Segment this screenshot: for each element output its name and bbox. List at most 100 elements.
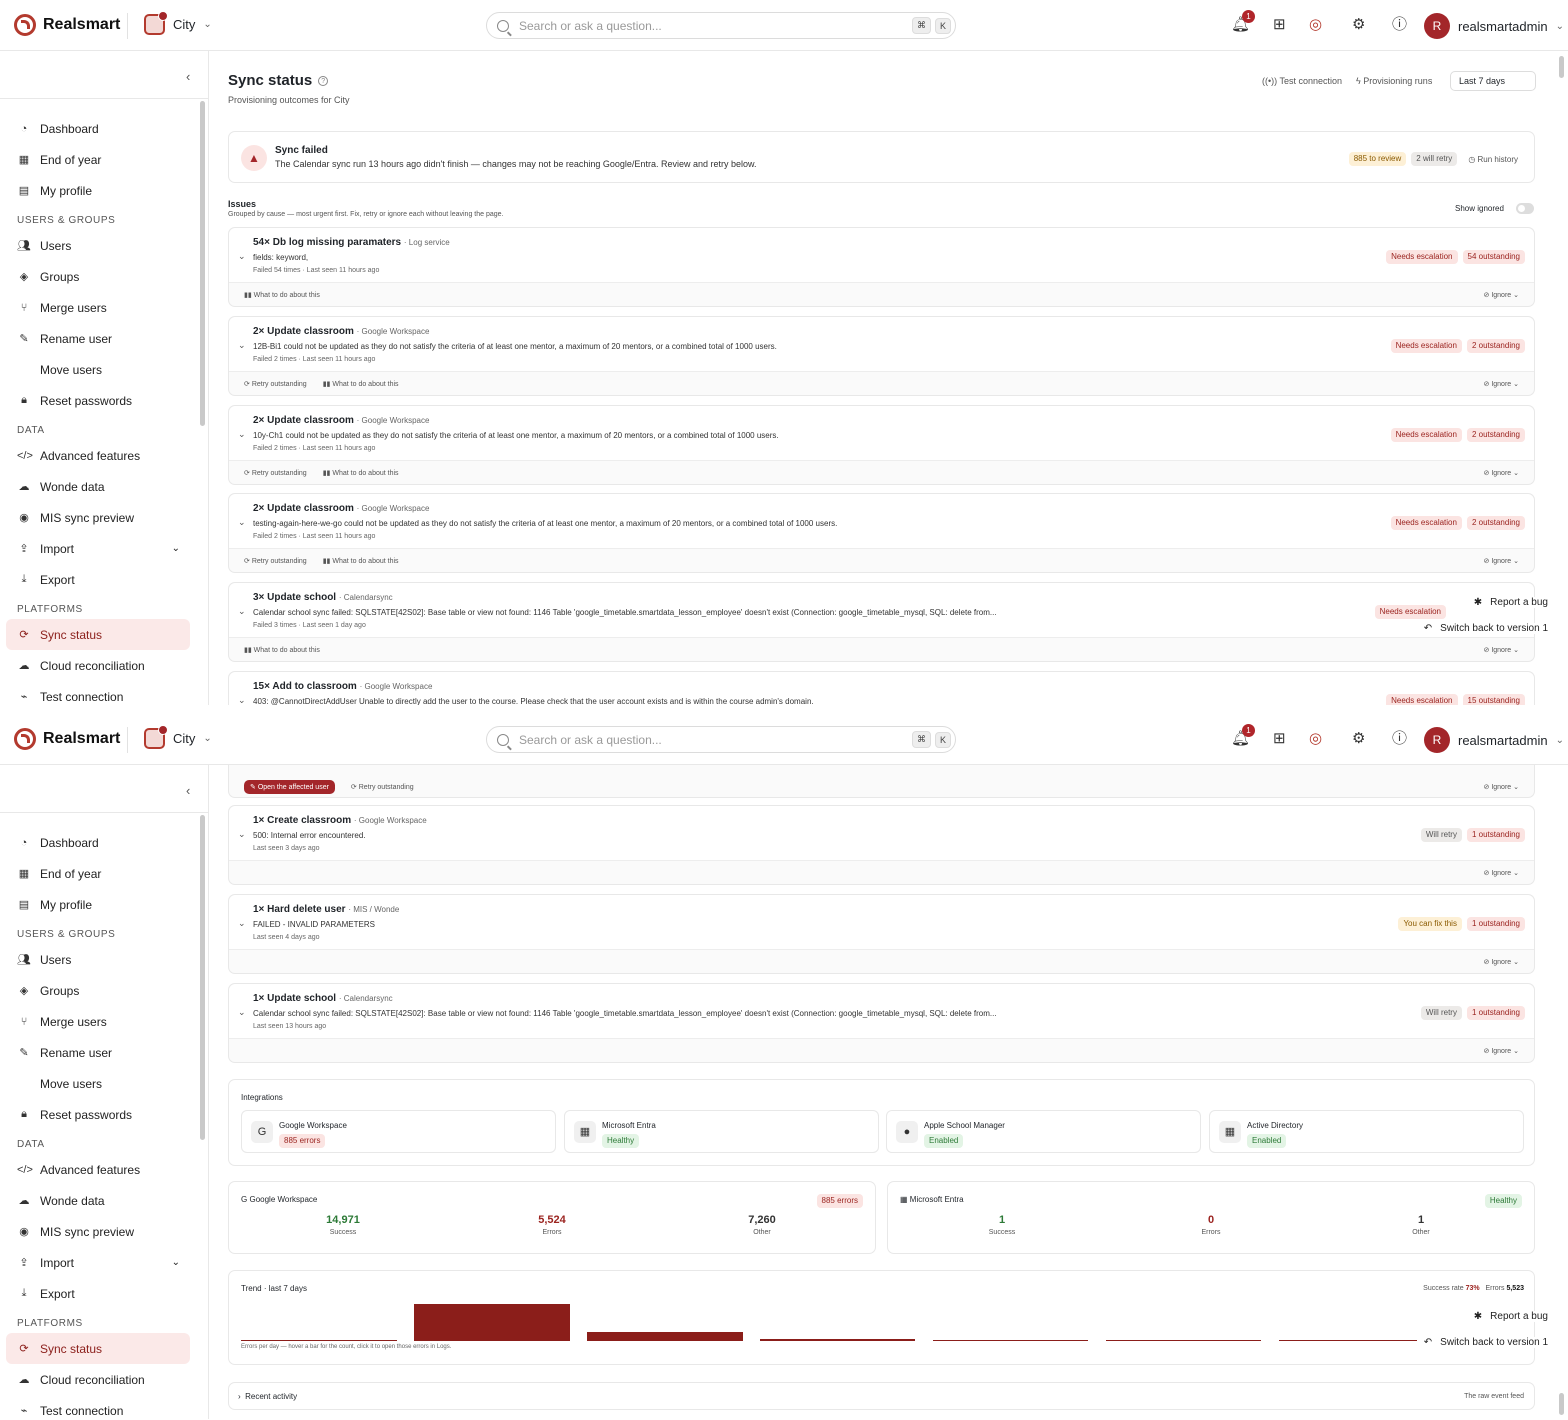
sidebar-item-groups[interactable]: ◈ Groups <box>6 261 190 292</box>
sidebar-item-sync-status[interactable]: ⟳ Sync status <box>6 619 190 650</box>
date-range-select[interactable]: Last 7 days <box>1450 71 1536 91</box>
report-bug-button[interactable]: ✱ Report a bug <box>1473 1311 1548 1322</box>
globe-icon[interactable]: ◎ <box>1309 731 1322 747</box>
open-affected-user-button[interactable]: ✎ Open the affected user <box>244 780 335 794</box>
issue-card[interactable]: ⌄ 3× Update school · Calendarsync Calend… <box>228 582 1535 662</box>
issue-header[interactable]: ⌄ 1× Create classroom · Google Workspace… <box>229 806 1534 861</box>
issue-header[interactable]: ⌄ 3× Update school · Calendarsync Calend… <box>229 583 1534 638</box>
ignore-button[interactable]: ⊘ Ignore ⌄ <box>1484 1047 1520 1055</box>
sidebar-item-reset-passwords[interactable]: 🔒︎ Reset passwords <box>6 385 190 416</box>
provisioning-runs-button[interactable]: ϟ Provisioning runs <box>1356 76 1432 86</box>
sidebar-item-users[interactable]: 👥︎ Users <box>6 230 190 261</box>
issue-card[interactable]: ⌄ 1× Update school · Calendarsync Calend… <box>228 983 1535 1063</box>
sidebar-item-move-users[interactable]: Move users <box>6 1068 190 1099</box>
trend-bar[interactable] <box>1278 1339 1417 1341</box>
ignore-button[interactable]: ⊘ Ignore ⌄ <box>1484 958 1520 966</box>
trend-bar[interactable] <box>932 1339 1089 1341</box>
sidebar-item-merge-users[interactable]: ⑂ Merge users <box>6 292 190 323</box>
gear-icon[interactable]: ⚙ <box>1352 731 1365 747</box>
trend-bar[interactable] <box>586 1331 743 1341</box>
sidebar-scrollbar[interactable] <box>200 101 205 426</box>
what-to-do-button[interactable]: ▮▮ What to do about this <box>244 291 320 299</box>
page-scrollbar[interactable] <box>1559 1393 1564 1415</box>
sidebar-item-test-connection[interactable]: ⌁ Test connection <box>6 1395 190 1419</box>
issue-header[interactable]: ⌄ 2× Update classroom · Google Workspace… <box>229 317 1534 372</box>
ignore-button[interactable]: ⊘ Ignore ⌄ <box>1484 783 1520 791</box>
search-input[interactable] <box>519 18 912 33</box>
report-bug-button[interactable]: ✱ Report a bug <box>1473 597 1548 608</box>
ignore-button[interactable]: ⊘ Ignore ⌄ <box>1484 869 1520 877</box>
switch-version-button[interactable]: ↶ Switch back to version 1 <box>1423 1337 1548 1348</box>
sidebar-item-merge-users[interactable]: ⑂ Merge users <box>6 1006 190 1037</box>
gear-icon[interactable]: ⚙ <box>1352 17 1365 33</box>
show-ignored-toggle[interactable] <box>1516 203 1534 214</box>
help-icon[interactable]: ? <box>318 76 329 87</box>
sidebar-item-rename-user[interactable]: ✎ Rename user <box>6 1037 190 1068</box>
sidebar-item-cloud-reconciliation[interactable]: ☁ Cloud reconciliation <box>6 650 190 681</box>
sidebar-item-test-connection[interactable]: ⌁ Test connection <box>6 681 190 705</box>
sidebar-item-groups[interactable]: ◈ Groups <box>6 975 190 1006</box>
apps-grid-icon[interactable]: ⊞ <box>1273 17 1286 33</box>
brand-logo[interactable]: Realsmart <box>14 14 120 36</box>
collapse-sidebar-icon[interactable]: ‹ <box>186 69 190 84</box>
sidebar-item-wonde-data[interactable]: ☁ Wonde data <box>6 471 190 502</box>
chevron-down-icon[interactable]: ⌄ <box>238 1007 246 1018</box>
retry-outstanding-button[interactable]: ⟳ Retry outstanding <box>244 380 307 388</box>
retry-outstanding-button[interactable]: ⟳ Retry outstanding <box>351 783 414 791</box>
user-menu[interactable]: Rrealsmartadmin ⌄ <box>1424 13 1564 39</box>
integration-google-workspace[interactable]: G Google Workspace 885 errors <box>241 1110 556 1153</box>
ignore-button[interactable]: ⊘ Ignore ⌄ <box>1484 646 1520 654</box>
sidebar-item-reset-passwords[interactable]: 🔒︎ Reset passwords <box>6 1099 190 1130</box>
brand-logo[interactable]: Realsmart <box>14 728 120 750</box>
sidebar-item-end-of-year[interactable]: ▦ End of year <box>6 858 190 889</box>
sidebar-item-end-of-year[interactable]: ▦ End of year <box>6 144 190 175</box>
globe-icon[interactable]: ◎ <box>1309 17 1322 33</box>
issue-card[interactable]: ⌄ 2× Update classroom · Google Workspace… <box>228 493 1535 573</box>
search-input[interactable] <box>519 732 912 747</box>
issue-header[interactable]: ⌄ 15× Add to classroom · Google Workspac… <box>229 672 1534 705</box>
integration-microsoft-entra[interactable]: ▦ Microsoft Entra Healthy <box>564 1110 879 1153</box>
chevron-down-icon[interactable]: ⌄ <box>238 340 246 351</box>
sidebar-item-my-profile[interactable]: ▤ My profile <box>6 889 190 920</box>
issue-card[interactable]: ⌄ 2× Update classroom · Google Workspace… <box>228 316 1535 396</box>
tenant-switcher[interactable]: City ⌄ <box>144 11 212 35</box>
run-history-link[interactable]: ◷ Run history <box>1468 155 1518 164</box>
sidebar-item-dashboard[interactable]: ◔ Dashboard <box>6 827 190 858</box>
sidebar-item-rename-user[interactable]: ✎ Rename user <box>6 323 190 354</box>
recent-activity-toggle[interactable]: › Recent activity <box>238 1392 297 1401</box>
trend-bar[interactable] <box>759 1338 916 1341</box>
help-icon[interactable]: ⓘ <box>1392 731 1407 747</box>
trend-bar[interactable] <box>241 1339 397 1341</box>
sidebar-item-mis-sync-preview[interactable]: ◉ MIS sync preview <box>6 1216 190 1247</box>
search-bar[interactable]: ⌘K <box>486 12 956 39</box>
chevron-down-icon[interactable]: ⌄ <box>238 606 246 617</box>
integration-apple-school-manager[interactable]: ● Apple School Manager Enabled <box>886 1110 1201 1153</box>
search-bar[interactable]: ⌘K <box>486 726 956 753</box>
sidebar-scrollbar[interactable] <box>200 815 205 1140</box>
user-menu[interactable]: Rrealsmartadmin ⌄ <box>1424 727 1564 753</box>
sidebar-item-export[interactable]: ⤓ Export <box>6 1278 190 1309</box>
sidebar-item-export[interactable]: ⤓ Export <box>6 564 190 595</box>
test-connection-button[interactable]: ((•)) Test connection <box>1262 76 1342 86</box>
sidebar-item-wonde-data[interactable]: ☁ Wonde data <box>6 1185 190 1216</box>
issue-card[interactable]: ⌄ 2× Update classroom · Google Workspace… <box>228 405 1535 485</box>
ignore-button[interactable]: ⊘ Ignore ⌄ <box>1484 469 1520 477</box>
page-scrollbar[interactable] <box>1559 56 1564 78</box>
ignore-button[interactable]: ⊘ Ignore ⌄ <box>1484 557 1520 565</box>
issue-header[interactable]: ⌄ 2× Update classroom · Google Workspace… <box>229 406 1534 461</box>
what-to-do-button[interactable]: ▮▮ What to do about this <box>323 469 399 477</box>
chevron-down-icon[interactable]: ⌄ <box>238 517 246 528</box>
issue-header[interactable]: ⌄ 2× Update classroom · Google Workspace… <box>229 494 1534 549</box>
what-to-do-button[interactable]: ▮▮ What to do about this <box>244 646 320 654</box>
ignore-button[interactable]: ⊘ Ignore ⌄ <box>1484 380 1520 388</box>
sidebar-item-sync-status[interactable]: ⟳ Sync status <box>6 1333 190 1364</box>
retry-outstanding-button[interactable]: ⟳ Retry outstanding <box>244 557 307 565</box>
issue-header[interactable]: ⌄ 1× Update school · Calendarsync Calend… <box>229 984 1534 1039</box>
issue-card[interactable]: ⌄ 54× Db log missing paramaters · Log se… <box>228 227 1535 307</box>
ignore-button[interactable]: ⊘ Ignore ⌄ <box>1484 291 1520 299</box>
chevron-down-icon[interactable]: ⌄ <box>238 918 246 929</box>
trend-bar[interactable] <box>413 1303 570 1341</box>
trend-bar[interactable] <box>1105 1339 1262 1341</box>
sidebar-item-advanced-features[interactable]: </> Advanced features <box>6 440 190 471</box>
sidebar-item-import[interactable]: ⇪ Import ⌄ <box>6 533 190 564</box>
